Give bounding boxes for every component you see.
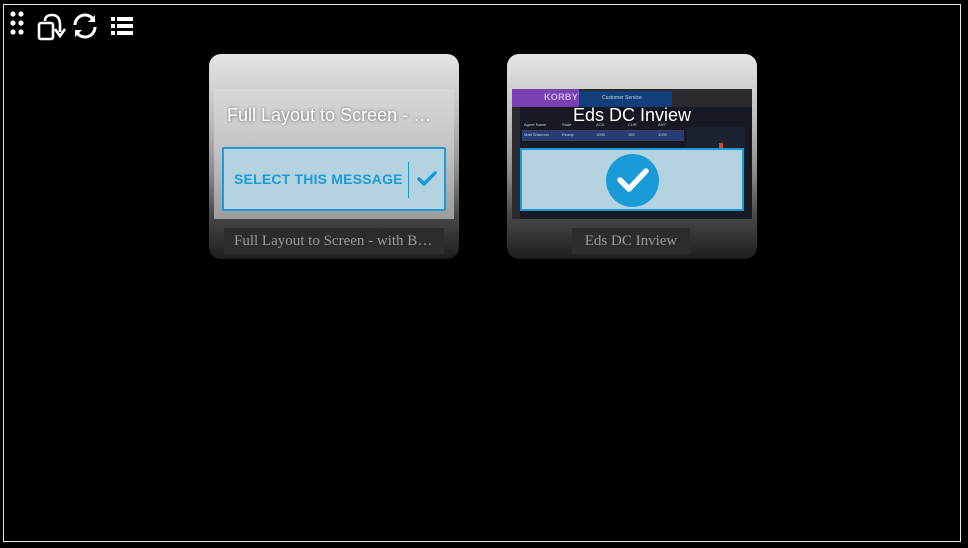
preview-cell: Ready [562, 132, 574, 137]
message-title: Eds DC Inview [572, 105, 692, 125]
preview-cell: 1000 [596, 132, 605, 137]
preview-header-text: Customer Service [602, 95, 642, 101]
rotate-screen-icon[interactable] [37, 12, 69, 42]
button-divider [408, 162, 409, 198]
list-view-icon[interactable] [111, 16, 133, 36]
refresh-icon[interactable] [71, 12, 99, 40]
preview-cell: 1000 [658, 132, 667, 137]
message-title: Full Layout to Screen - with Blank Place… [227, 105, 441, 125]
app-frame [3, 4, 961, 542]
checkmark-icon [417, 170, 437, 193]
preview-logo: KORBYT [544, 92, 584, 102]
preview-cell: 150 [628, 132, 635, 137]
preview-table-row: Matt Shannon Ready 1000 150 1000 [522, 131, 684, 141]
drag-handle-icon[interactable] [10, 11, 24, 37]
message-card[interactable]: Full Layout to Screen - with Blank Place… [209, 54, 459, 259]
select-message-label: SELECT THIS MESSAGE [234, 171, 403, 187]
select-message-button[interactable]: SELECT THIS MESSAGE [222, 147, 446, 211]
message-caption: Eds DC Inview [572, 228, 690, 254]
selected-message-button[interactable] [520, 148, 744, 211]
message-card-selected[interactable]: KORBYT Customer Service Agent Name State… [507, 54, 757, 259]
check-circle-icon [606, 154, 659, 207]
message-caption: Full Layout to Screen - with Blank Place… [224, 228, 444, 254]
preview-cell: Matt Shannon [524, 132, 549, 137]
